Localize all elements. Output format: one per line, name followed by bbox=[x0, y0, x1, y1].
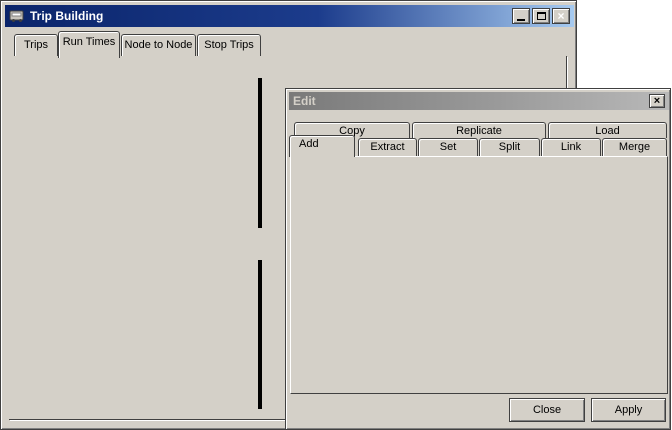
edit-dialog: Edit × Copy Replicate Load Add Extract S… bbox=[285, 88, 671, 430]
tab-link[interactable]: Link bbox=[541, 138, 601, 156]
close-button[interactable]: × bbox=[552, 8, 570, 24]
grid-divider bbox=[258, 260, 262, 409]
desktop: { "window": { "title": "Trip Building", … bbox=[0, 0, 672, 430]
tab-add[interactable]: Add bbox=[289, 135, 355, 157]
grid-divider bbox=[258, 78, 262, 228]
tab-run-times[interactable]: Run Times bbox=[58, 31, 120, 58]
add-tab-page bbox=[290, 156, 668, 394]
app-icon bbox=[9, 9, 25, 23]
window-title: Trip Building bbox=[30, 9, 104, 23]
tab-extract[interactable]: Extract bbox=[358, 138, 417, 156]
tab-stop-trips[interactable]: Stop Trips bbox=[197, 34, 261, 57]
close-icon: × bbox=[557, 9, 565, 23]
dialog-title: Edit bbox=[293, 94, 316, 108]
dialog-close-button[interactable]: × bbox=[649, 94, 665, 108]
minimize-button[interactable] bbox=[512, 8, 530, 24]
minimize-icon bbox=[517, 19, 525, 21]
tab-trips[interactable]: Trips bbox=[14, 34, 58, 57]
tab-load[interactable]: Load bbox=[548, 122, 667, 138]
edit-title-bar[interactable]: Edit bbox=[289, 92, 669, 110]
tab-merge[interactable]: Merge bbox=[602, 138, 667, 156]
apply-button[interactable]: Apply bbox=[591, 398, 666, 422]
tab-set[interactable]: Set bbox=[418, 138, 478, 156]
close-dialog-button[interactable]: Close bbox=[509, 398, 585, 422]
title-bar[interactable]: Trip Building × bbox=[5, 5, 574, 27]
maximize-icon bbox=[536, 12, 546, 20]
tab-replicate[interactable]: Replicate bbox=[412, 122, 546, 138]
tab-node-to-node[interactable]: Node to Node bbox=[121, 34, 196, 57]
close-icon: × bbox=[653, 95, 661, 107]
tab-split[interactable]: Split bbox=[479, 138, 540, 156]
maximize-button[interactable] bbox=[532, 8, 550, 24]
